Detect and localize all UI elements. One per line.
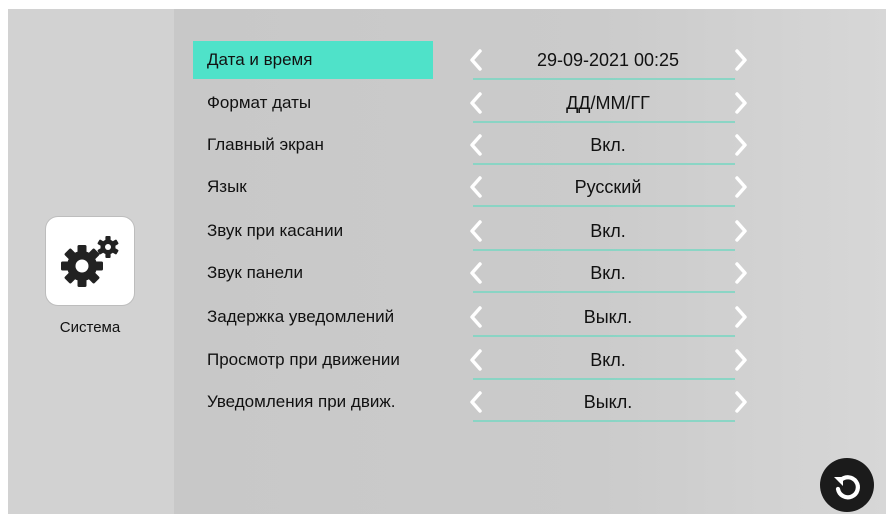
chevron-right-icon[interactable] — [730, 174, 752, 200]
value-underline — [473, 378, 735, 380]
system-app-tile[interactable] — [46, 217, 134, 305]
setting-label[interactable]: Звук панели — [193, 254, 433, 292]
setting-label[interactable]: Главный экран — [193, 126, 433, 164]
value-underline — [473, 291, 735, 293]
setting-row-language: Язык Русский — [193, 168, 763, 207]
setting-value: Вкл. — [590, 263, 626, 283]
chevron-left-icon[interactable] — [465, 132, 487, 158]
value-underline — [473, 335, 735, 337]
setting-value: Вкл. — [590, 135, 626, 155]
setting-label[interactable]: Уведомления при движ. — [193, 383, 433, 421]
sidebar: Система — [8, 9, 174, 514]
chevron-right-icon[interactable] — [730, 47, 752, 73]
setting-row-motion-notifications: Уведомления при движ. Выкл. — [193, 383, 763, 422]
setting-value: Вкл. — [590, 350, 626, 370]
setting-label[interactable]: Звук при касании — [193, 212, 433, 250]
setting-row-touch-sound: Звук при касании Вкл. — [193, 212, 763, 251]
setting-value: Выкл. — [583, 392, 633, 412]
undo-arrow-icon — [834, 475, 860, 500]
setting-label[interactable]: Задержка уведомлений — [193, 298, 433, 336]
chevron-left-icon[interactable] — [465, 218, 487, 244]
chevron-left-icon[interactable] — [465, 90, 487, 116]
back-button[interactable] — [820, 458, 874, 512]
chevron-right-icon[interactable] — [730, 389, 752, 415]
setting-label[interactable]: Дата и время — [193, 41, 433, 79]
value-underline — [473, 249, 735, 251]
setting-value: ДД/ММ/ГГ — [566, 93, 650, 113]
chevron-left-icon[interactable] — [465, 389, 487, 415]
chevron-left-icon[interactable] — [465, 260, 487, 286]
setting-label[interactable]: Просмотр при движении — [193, 341, 433, 379]
chevron-right-icon[interactable] — [730, 260, 752, 286]
setting-value: Выкл. — [583, 307, 633, 327]
setting-row-panel-sound: Звук панели Вкл. — [193, 254, 763, 293]
setting-value: Русский — [574, 177, 642, 197]
value-underline — [473, 163, 735, 165]
system-app-label: Система — [59, 319, 121, 336]
setting-row-date-format: Формат даты ДД/ММ/ГГ — [193, 84, 763, 123]
setting-label[interactable]: Формат даты — [193, 84, 433, 122]
setting-value: Вкл. — [590, 221, 626, 241]
setting-row-date-time: Дата и время 29-09-2021 00:25 — [193, 41, 763, 80]
setting-row-motion-view: Просмотр при движении Вкл. — [193, 341, 763, 380]
value-underline — [473, 121, 735, 123]
chevron-right-icon[interactable] — [730, 218, 752, 244]
chevron-right-icon[interactable] — [730, 90, 752, 116]
setting-label[interactable]: Язык — [193, 168, 433, 206]
chevron-left-icon[interactable] — [465, 174, 487, 200]
setting-row-notification-delay: Задержка уведомлений Выкл. — [193, 298, 763, 337]
chevron-right-icon[interactable] — [730, 132, 752, 158]
value-underline — [473, 78, 735, 80]
chevron-right-icon[interactable] — [730, 304, 752, 330]
value-underline — [473, 205, 735, 207]
gears-icon — [61, 236, 119, 287]
value-underline — [473, 420, 735, 422]
chevron-right-icon[interactable] — [730, 347, 752, 373]
chevron-left-icon[interactable] — [465, 47, 487, 73]
chevron-left-icon[interactable] — [465, 347, 487, 373]
settings-screen: Система Дата и время 29-09-2021 00:25 Фо… — [8, 9, 886, 514]
chevron-left-icon[interactable] — [465, 304, 487, 330]
setting-row-main-screen: Главный экран Вкл. — [193, 126, 763, 165]
setting-value: 29-09-2021 00:25 — [536, 50, 680, 70]
